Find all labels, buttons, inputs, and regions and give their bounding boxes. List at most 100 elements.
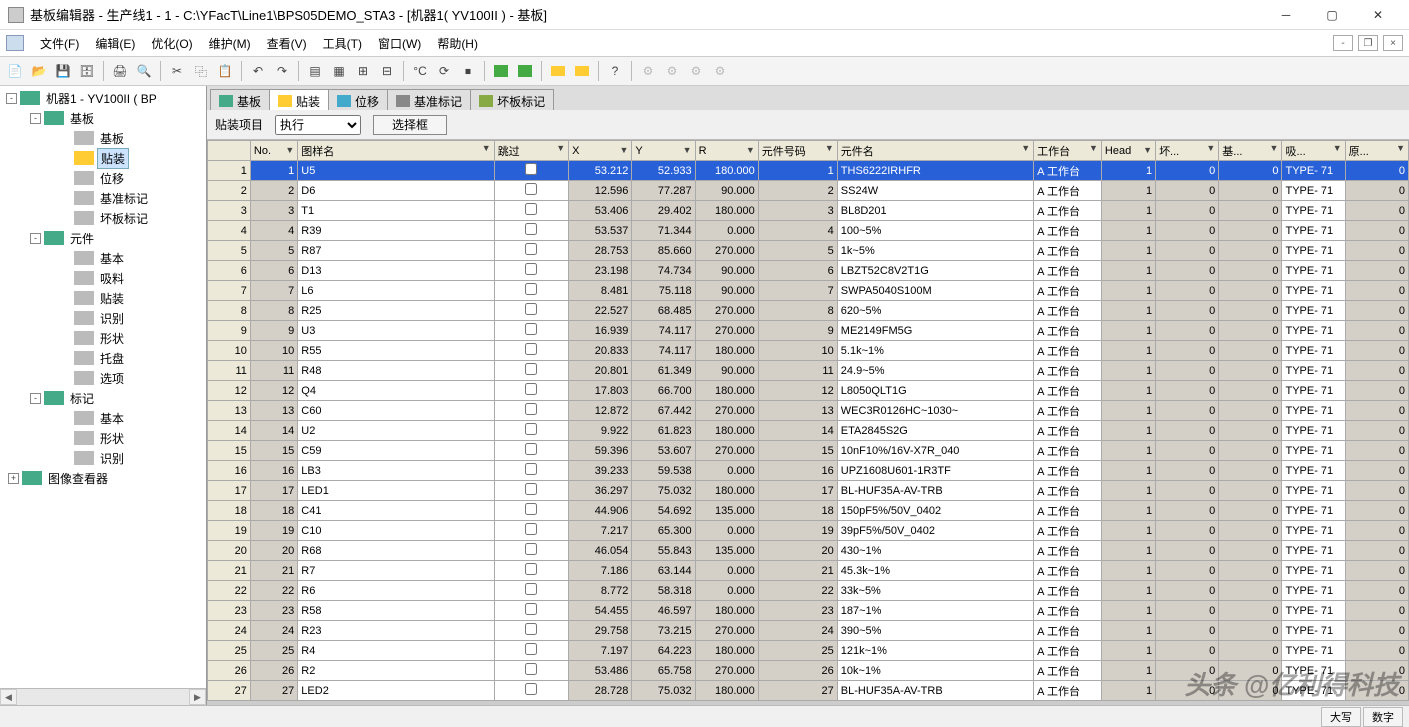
expand-icon[interactable]: + (8, 473, 19, 484)
table-row[interactable]: 88R2522.52768.485270.0008620~5%A 工作台100T… (208, 301, 1409, 321)
tree-node-托盘[interactable]: 托盘 (97, 349, 127, 368)
table-row[interactable]: 1010R5520.83374.117180.000105.1k~1%A 工作台… (208, 341, 1409, 361)
saveall-button[interactable]: 🗄 (76, 60, 98, 82)
tool-c-button[interactable]: ⊞ (352, 60, 374, 82)
tree-node-基板[interactable]: 基板 (97, 129, 127, 148)
skip-checkbox[interactable] (525, 683, 537, 695)
maximize-button[interactable]: ▢ (1309, 0, 1355, 30)
nav-tree[interactable]: -机器1 - YV100II ( BP-基板基板贴装位移基准标记坏板标记-元件基… (0, 86, 206, 688)
table-row[interactable]: 22D612.59677.28790.0002SS24WA 工作台100TYPE… (208, 181, 1409, 201)
skip-checkbox[interactable] (525, 483, 537, 495)
tree-node-元件[interactable]: 元件 (67, 229, 97, 248)
tree-node-形状[interactable]: 形状 (97, 329, 127, 348)
col-corner[interactable] (208, 141, 251, 161)
tree-node-基准标记[interactable]: 基准标记 (97, 189, 151, 208)
col-元件号码[interactable]: 元件号码▼ (758, 141, 837, 161)
tree-node-识别[interactable]: 识别 (97, 309, 127, 328)
skip-checkbox[interactable] (525, 603, 537, 615)
skip-checkbox[interactable] (525, 303, 537, 315)
col-Head[interactable]: Head▼ (1101, 141, 1155, 161)
filter-select[interactable]: 执行 (275, 115, 361, 135)
skip-checkbox[interactable] (525, 203, 537, 215)
col-工作台[interactable]: 工作台▼ (1034, 141, 1102, 161)
save-button[interactable]: 💾 (52, 60, 74, 82)
scroll-left-icon[interactable]: ◀ (0, 689, 17, 705)
skip-checkbox[interactable] (525, 503, 537, 515)
skip-checkbox[interactable] (525, 463, 537, 475)
tree-node-基本[interactable]: 基本 (97, 409, 127, 428)
col-坏...[interactable]: 坏...▼ (1156, 141, 1219, 161)
preview-button[interactable]: 🔍 (133, 60, 155, 82)
table-row[interactable]: 1616LB339.23359.5380.00016UPZ1608U601-1R… (208, 461, 1409, 481)
col-X[interactable]: X▼ (569, 141, 632, 161)
col-R[interactable]: R▼ (695, 141, 758, 161)
skip-checkbox[interactable] (525, 563, 537, 575)
link-b-button[interactable]: ⚙ (661, 60, 683, 82)
scroll-right-icon[interactable]: ▶ (189, 689, 206, 705)
skip-checkbox[interactable] (525, 323, 537, 335)
paste-button[interactable]: 📋 (214, 60, 236, 82)
table-row[interactable]: 2525R47.19764.223180.00025121k~1%A 工作台10… (208, 641, 1409, 661)
tree-node-基本[interactable]: 基本 (97, 249, 127, 268)
table-row[interactable]: 2323R5854.45546.597180.00023187~1%A 工作台1… (208, 601, 1409, 621)
tab-基准标记[interactable]: 基准标记 (387, 89, 471, 110)
skip-checkbox[interactable] (525, 283, 537, 295)
table-row[interactable]: 33T153.40629.402180.0003BL8D201A 工作台100T… (208, 201, 1409, 221)
table-row[interactable]: 2222R68.77258.3180.0002233k~5%A 工作台100TY… (208, 581, 1409, 601)
open-button[interactable]: 📂 (28, 60, 50, 82)
table-row[interactable]: 2121R77.18663.1440.0002145.3k~1%A 工作台100… (208, 561, 1409, 581)
tab-基板[interactable]: 基板 (210, 89, 270, 110)
table-row[interactable]: 1111R4820.80161.34990.0001124.9~5%A 工作台1… (208, 361, 1409, 381)
mdi-close-button[interactable]: × (1383, 35, 1403, 51)
col-跳过[interactable]: 跳过▼ (494, 141, 568, 161)
stop-button[interactable]: ⏹ (457, 60, 479, 82)
strip-a-button[interactable] (547, 60, 569, 82)
menu-窗口[interactable]: 窗口(W) (370, 32, 429, 55)
tree-node-标记[interactable]: 标记 (67, 389, 97, 408)
tool-b-button[interactable]: ▦ (328, 60, 350, 82)
table-row[interactable]: 99U316.93974.117270.0009ME2149FM5GA 工作台1… (208, 321, 1409, 341)
tab-贴装[interactable]: 贴装 (269, 89, 329, 110)
menu-优化[interactable]: 优化(O) (143, 32, 200, 55)
tree-node-选项[interactable]: 选项 (97, 369, 127, 388)
skip-checkbox[interactable] (525, 263, 537, 275)
skip-checkbox[interactable] (525, 343, 537, 355)
skip-checkbox[interactable] (525, 443, 537, 455)
skip-checkbox[interactable] (525, 363, 537, 375)
col-图样名[interactable]: 图样名▼ (298, 141, 494, 161)
expand-icon[interactable]: - (30, 113, 41, 124)
refresh-button[interactable]: ⟳ (433, 60, 455, 82)
tree-node-贴装[interactable]: 贴装 (97, 289, 127, 308)
skip-checkbox[interactable] (525, 423, 537, 435)
skip-checkbox[interactable] (525, 223, 537, 235)
table-row[interactable]: 2727LED228.72875.032180.00027BL-HUF35A-A… (208, 681, 1409, 701)
table-row[interactable]: 1919C107.21765.3000.0001939pF5%/50V_0402… (208, 521, 1409, 541)
table-row[interactable]: 1515C5959.39653.607270.0001510nF10%/16V-… (208, 441, 1409, 461)
skip-checkbox[interactable] (525, 663, 537, 675)
menu-文件[interactable]: 文件(F) (32, 32, 87, 55)
skip-checkbox[interactable] (525, 543, 537, 555)
new-button[interactable]: 📄 (4, 60, 26, 82)
close-button[interactable]: ✕ (1355, 0, 1401, 30)
table-row[interactable]: 1313C6012.87267.442270.00013WEC3R0126HC~… (208, 401, 1409, 421)
tree-root[interactable]: 机器1 - YV100II ( BP (43, 89, 160, 108)
mdi-minimize-button[interactable]: - (1333, 35, 1353, 51)
mdi-restore-button[interactable]: ❐ (1358, 35, 1378, 51)
tree-node-识别[interactable]: 识别 (97, 449, 127, 468)
menu-工具[interactable]: 工具(T) (315, 32, 370, 55)
link-c-button[interactable]: ⚙ (685, 60, 707, 82)
col-No.[interactable]: No.▼ (250, 141, 297, 161)
skip-checkbox[interactable] (525, 643, 537, 655)
table-row[interactable]: 77L68.48175.11890.0007SWPA5040S100MA 工作台… (208, 281, 1409, 301)
menu-查看[interactable]: 查看(V) (259, 32, 315, 55)
skip-checkbox[interactable] (525, 163, 537, 175)
skip-checkbox[interactable] (525, 243, 537, 255)
col-原...[interactable]: 原...▼ (1345, 141, 1408, 161)
expand-icon[interactable]: - (30, 393, 41, 404)
menu-维护[interactable]: 维护(M) (201, 32, 259, 55)
skip-checkbox[interactable] (525, 403, 537, 415)
tab-位移[interactable]: 位移 (328, 89, 388, 110)
cut-button[interactable]: ✂ (166, 60, 188, 82)
tree-node-基板[interactable]: 基板 (67, 109, 97, 128)
tree-node-坏板标记[interactable]: 坏板标记 (97, 209, 151, 228)
